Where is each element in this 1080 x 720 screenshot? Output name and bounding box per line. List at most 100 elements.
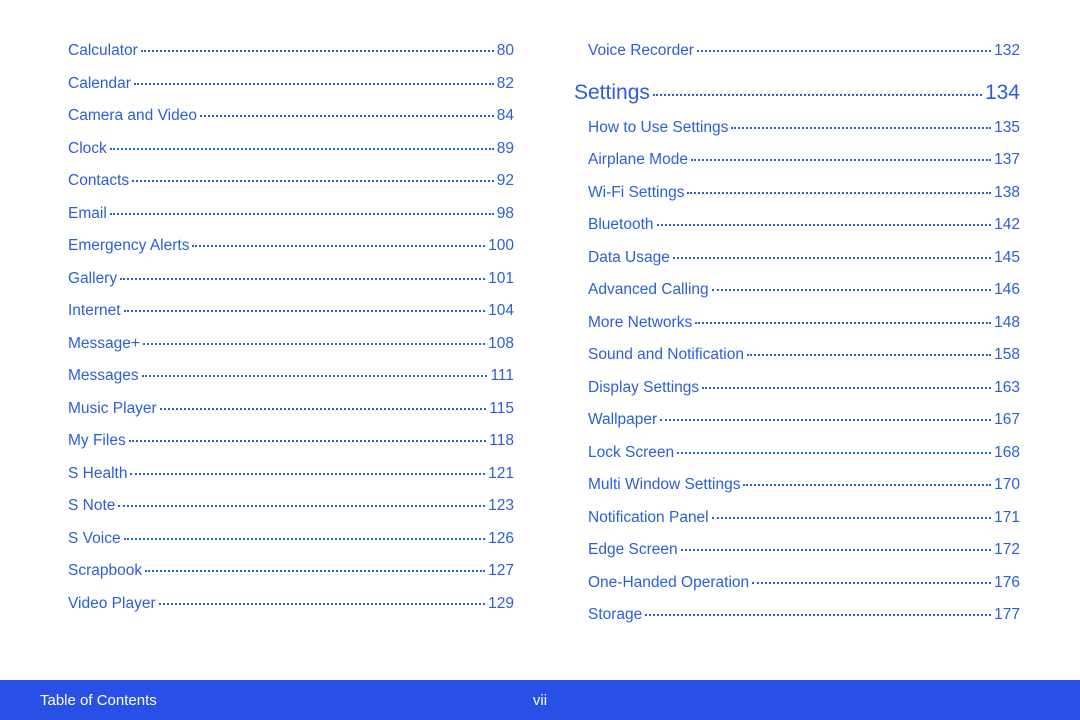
toc-leader-dots [747, 354, 991, 356]
toc-leader-dots [697, 50, 991, 52]
toc-entry-page: 158 [994, 346, 1020, 364]
toc-entry-label: More Networks [588, 314, 692, 332]
toc-entry[interactable]: Wallpaper167 [574, 411, 1020, 429]
toc-entry-page: 171 [994, 509, 1020, 527]
toc-leader-dots [124, 538, 486, 540]
toc-entry[interactable]: Clock89 [68, 140, 514, 158]
toc-entry-page: 118 [489, 432, 514, 450]
toc-entry-page: 101 [488, 270, 514, 288]
toc-entry-page: 111 [490, 367, 514, 385]
toc-entry[interactable]: Camera and Video84 [68, 107, 514, 125]
toc-leader-dots [702, 387, 991, 389]
toc-entry[interactable]: Video Player129 [68, 595, 514, 613]
toc-entry-page: 104 [488, 302, 514, 320]
toc-leader-dots [120, 278, 485, 280]
toc-entry[interactable]: Settings 134 [574, 81, 1020, 105]
toc-entry[interactable]: Contacts92 [68, 172, 514, 190]
toc-entry-label: Edge Screen [588, 541, 678, 559]
toc-entry-page: 172 [994, 541, 1020, 559]
toc-entry-label: Messages [68, 367, 139, 385]
toc-leader-dots [712, 289, 991, 291]
toc-entry[interactable]: Display Settings 163 [574, 379, 1020, 397]
toc-entry-page: 177 [994, 606, 1020, 624]
toc-entry-page: 134 [985, 81, 1020, 105]
toc-entry-label: Emergency Alerts [68, 237, 189, 255]
toc-entry-page: 137 [994, 151, 1020, 169]
toc-entry[interactable]: Email98 [68, 205, 514, 223]
toc-entry[interactable]: Emergency Alerts100 [68, 237, 514, 255]
toc-entry-page: 84 [497, 107, 514, 125]
toc-entry[interactable]: Message+108 [68, 335, 514, 353]
toc-entry-page: 98 [497, 205, 514, 223]
toc-entry-label: Display Settings [588, 379, 699, 397]
toc-leader-dots [660, 419, 991, 421]
toc-entry[interactable]: Calendar82 [68, 75, 514, 93]
toc-entry[interactable]: Calculator80 [68, 42, 514, 60]
toc-entry-label: Music Player [68, 400, 157, 418]
toc-entry[interactable]: More Networks 148 [574, 314, 1020, 332]
toc-entry[interactable]: S Voice 126 [68, 530, 514, 548]
toc-entry[interactable]: Airplane Mode137 [574, 151, 1020, 169]
toc-entry-label: Sound and Notification [588, 346, 744, 364]
toc-entry-page: 163 [994, 379, 1020, 397]
toc-entry[interactable]: Lock Screen168 [574, 444, 1020, 462]
toc-entry-page: 135 [994, 119, 1020, 137]
toc-entry-page: 146 [994, 281, 1020, 299]
toc-entry-label: Calendar [68, 75, 131, 93]
toc-entry[interactable]: Data Usage145 [574, 249, 1020, 267]
toc-entry[interactable]: Multi Window Settings170 [574, 476, 1020, 494]
toc-entry-label: Internet [68, 302, 121, 320]
toc-leader-dots [145, 570, 485, 572]
toc-leader-dots [731, 127, 991, 129]
toc-leader-dots [143, 343, 485, 345]
toc-entry[interactable]: Bluetooth142 [574, 216, 1020, 234]
toc-entry-page: 127 [488, 562, 514, 580]
toc-entry[interactable]: S Note123 [68, 497, 514, 515]
toc-entry-label: Calculator [68, 42, 138, 60]
toc-entry-label: Data Usage [588, 249, 670, 267]
toc-entry[interactable]: How to Use Settings135 [574, 119, 1020, 137]
toc-entry[interactable]: S Health121 [68, 465, 514, 483]
toc-entry-page: 148 [994, 314, 1020, 332]
toc-leader-dots [677, 452, 991, 454]
toc-entry[interactable]: Notification Panel171 [574, 509, 1020, 527]
toc-entry[interactable]: Gallery101 [68, 270, 514, 288]
footer-page-number: vii [533, 692, 547, 709]
toc-entry-label: Settings [574, 81, 650, 105]
toc-entry-label: Wi-Fi Settings [588, 184, 684, 202]
toc-entry-label: S Health [68, 465, 127, 483]
toc-entry[interactable]: One-Handed Operation176 [574, 574, 1020, 592]
toc-entry[interactable]: Wi-Fi Settings138 [574, 184, 1020, 202]
toc-leader-dots [118, 505, 485, 507]
toc-leader-dots [110, 148, 494, 150]
toc-leader-dots [142, 375, 488, 377]
toc-leader-dots [141, 50, 494, 52]
toc-leader-dots [743, 484, 991, 486]
toc-entry[interactable]: Sound and Notification 158 [574, 346, 1020, 364]
toc-entry-label: S Voice [68, 530, 121, 548]
toc-entry-label: Multi Window Settings [588, 476, 740, 494]
toc-entry[interactable]: Advanced Calling146 [574, 281, 1020, 299]
toc-entry-label: My Files [68, 432, 126, 450]
toc-entry-label: Voice Recorder [588, 42, 694, 60]
toc-entry[interactable]: My Files 118 [68, 432, 514, 450]
toc-entry-label: Message+ [68, 335, 140, 353]
toc-entry[interactable]: Internet 104 [68, 302, 514, 320]
toc-leader-dots [159, 603, 486, 605]
toc-entry[interactable]: Voice Recorder132 [574, 42, 1020, 60]
toc-entry[interactable]: Storage177 [574, 606, 1020, 624]
toc-entry[interactable]: Scrapbook127 [68, 562, 514, 580]
toc-entry[interactable]: Music Player115 [68, 400, 514, 418]
toc-entry-label: Video Player [68, 595, 156, 613]
toc-entry-page: 167 [994, 411, 1020, 429]
toc-entry-label: Contacts [68, 172, 129, 190]
toc-entry-page: 89 [497, 140, 514, 158]
toc-entry-page: 126 [488, 530, 514, 548]
toc-leader-dots [129, 440, 487, 442]
toc-leader-dots [657, 224, 992, 226]
toc-entry-page: 168 [994, 444, 1020, 462]
toc-entry-page: 123 [488, 497, 514, 515]
toc-entry[interactable]: Messages 111 [68, 367, 514, 385]
footer-bar: Table of Contents vii [0, 680, 1080, 720]
toc-entry[interactable]: Edge Screen 172 [574, 541, 1020, 559]
